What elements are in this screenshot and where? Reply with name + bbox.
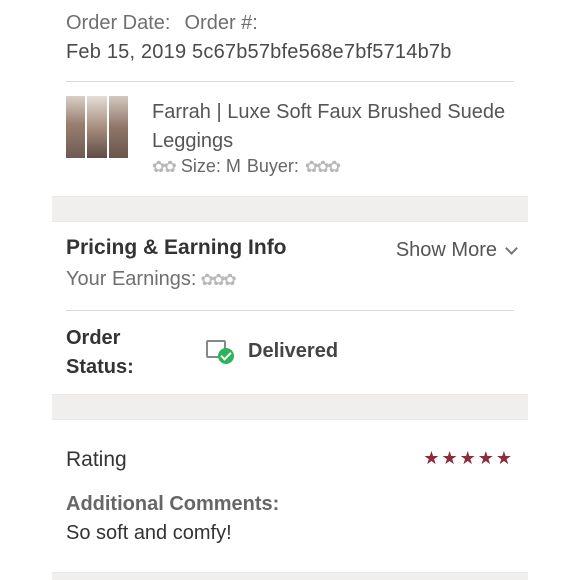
status-text: Delivered bbox=[248, 339, 339, 362]
order-values: Feb 15, 2019 5c67b57bfe568e7bf5714b7b bbox=[66, 41, 516, 64]
order-number-value: 5c67b57bfe568e7bf5714b7b bbox=[192, 41, 452, 63]
item-meta: ✿✿ Size: M Buyer: ✿✿✿ bbox=[152, 156, 341, 177]
chevron-down-icon bbox=[505, 242, 518, 255]
buyer-label: Buyer: bbox=[246, 156, 299, 176]
item-thumbnail[interactable] bbox=[66, 96, 128, 158]
comments-label: Additional Comments: bbox=[66, 493, 280, 515]
flower-sticker-icon: ✿✿✿ bbox=[200, 271, 236, 289]
order-status-section: Order Status: Delivered bbox=[66, 324, 516, 384]
show-more-label: Show More bbox=[395, 239, 497, 261]
show-more-button[interactable]: Show More bbox=[395, 239, 518, 262]
flower-sticker-icon: ✿✿ bbox=[152, 158, 177, 176]
pricing-section: Pricing & Earning Info Show More Your Ea… bbox=[66, 236, 518, 291]
rating-section: Rating ★★★★★ bbox=[66, 448, 516, 472]
item-title[interactable]: Farrah | Luxe Soft Faux Brushed Suede Le… bbox=[152, 98, 512, 156]
order-detail-panel: Order Date: Order #: Feb 15, 2019 5c67b57… bbox=[52, 0, 528, 580]
flower-sticker-icon: ✿✿✿ bbox=[304, 158, 341, 176]
divider bbox=[66, 310, 514, 311]
order-number-label: Order #: bbox=[184, 12, 258, 34]
order-header: Order Date: Order #: Feb 15, 2019 5c67b57… bbox=[66, 12, 516, 64]
section-separator bbox=[52, 196, 528, 222]
comments-text: So soft and comfy! bbox=[66, 522, 232, 544]
order-item[interactable]: Farrah | Luxe Soft Faux Brushed Suede Le… bbox=[66, 96, 516, 186]
star-rating: ★★★★★ bbox=[423, 448, 514, 468]
earnings-label: Your Earnings: bbox=[66, 268, 197, 290]
section-separator bbox=[52, 572, 528, 580]
earnings-row: Your Earnings: ✿✿✿ bbox=[66, 268, 516, 291]
right-margin bbox=[528, 0, 580, 580]
order-date-label: Order Date: bbox=[66, 12, 171, 34]
item-size: Size: M bbox=[180, 156, 241, 176]
package-delivered-check-icon bbox=[206, 338, 236, 364]
order-status-label: Order Status: bbox=[66, 327, 134, 378]
order-date-value: Feb 15, 2019 bbox=[66, 41, 187, 63]
left-margin bbox=[0, 0, 52, 580]
order-labels: Order Date: Order #: bbox=[66, 12, 516, 35]
divider bbox=[66, 81, 514, 82]
section-separator bbox=[52, 394, 528, 420]
order-status-value: Delivered bbox=[206, 338, 338, 364]
